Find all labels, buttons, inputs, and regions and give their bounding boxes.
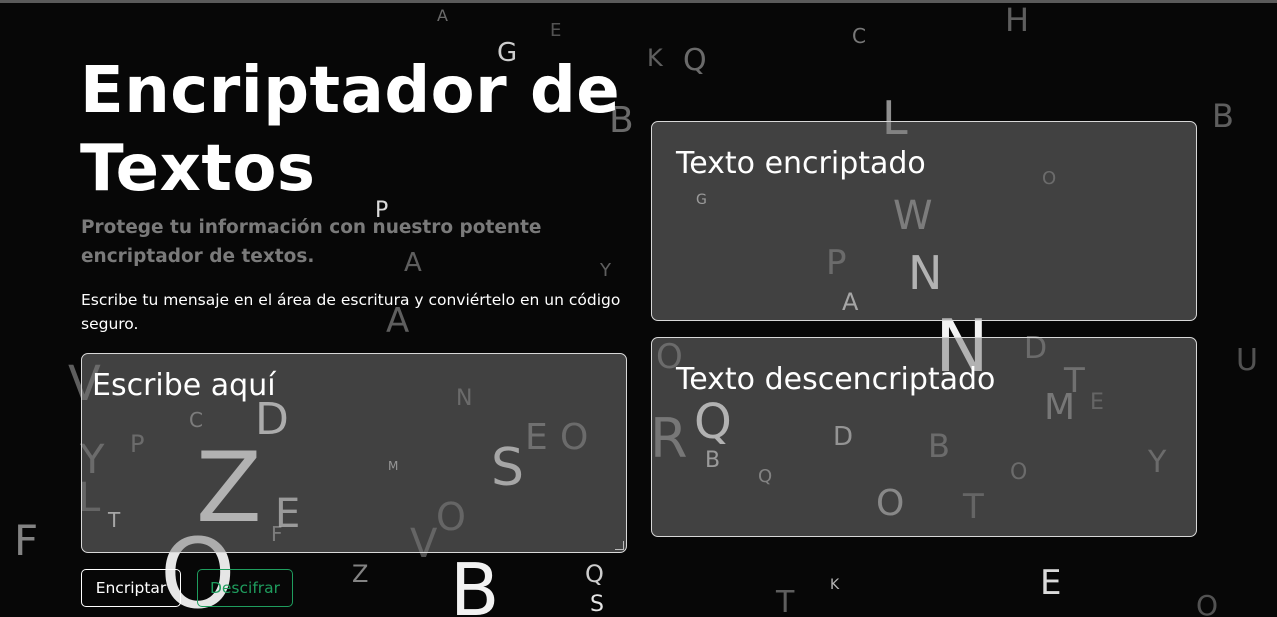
decrypted-text-panel: Texto descencriptado — [651, 337, 1197, 537]
page-description: Escribe tu mensaje en el área de escritu… — [81, 291, 621, 333]
decrypted-text-label: Texto descencriptado — [676, 362, 996, 397]
encrypted-text-label: Texto encriptado — [676, 146, 926, 181]
app-container: Encriptador de Textos Protege tu informa… — [0, 0, 1277, 617]
decrypt-button[interactable]: Descifrar — [197, 569, 293, 607]
page-title: Encriptador de Textos — [80, 54, 621, 206]
page-subtitle: Protege tu información con nuestro poten… — [81, 217, 542, 267]
message-input-container — [81, 353, 627, 553]
encrypted-text-panel: Texto encriptado — [651, 121, 1197, 321]
encrypt-button[interactable]: Encriptar — [81, 569, 181, 607]
resize-handle[interactable] — [615, 541, 624, 550]
message-input[interactable] — [82, 354, 626, 552]
